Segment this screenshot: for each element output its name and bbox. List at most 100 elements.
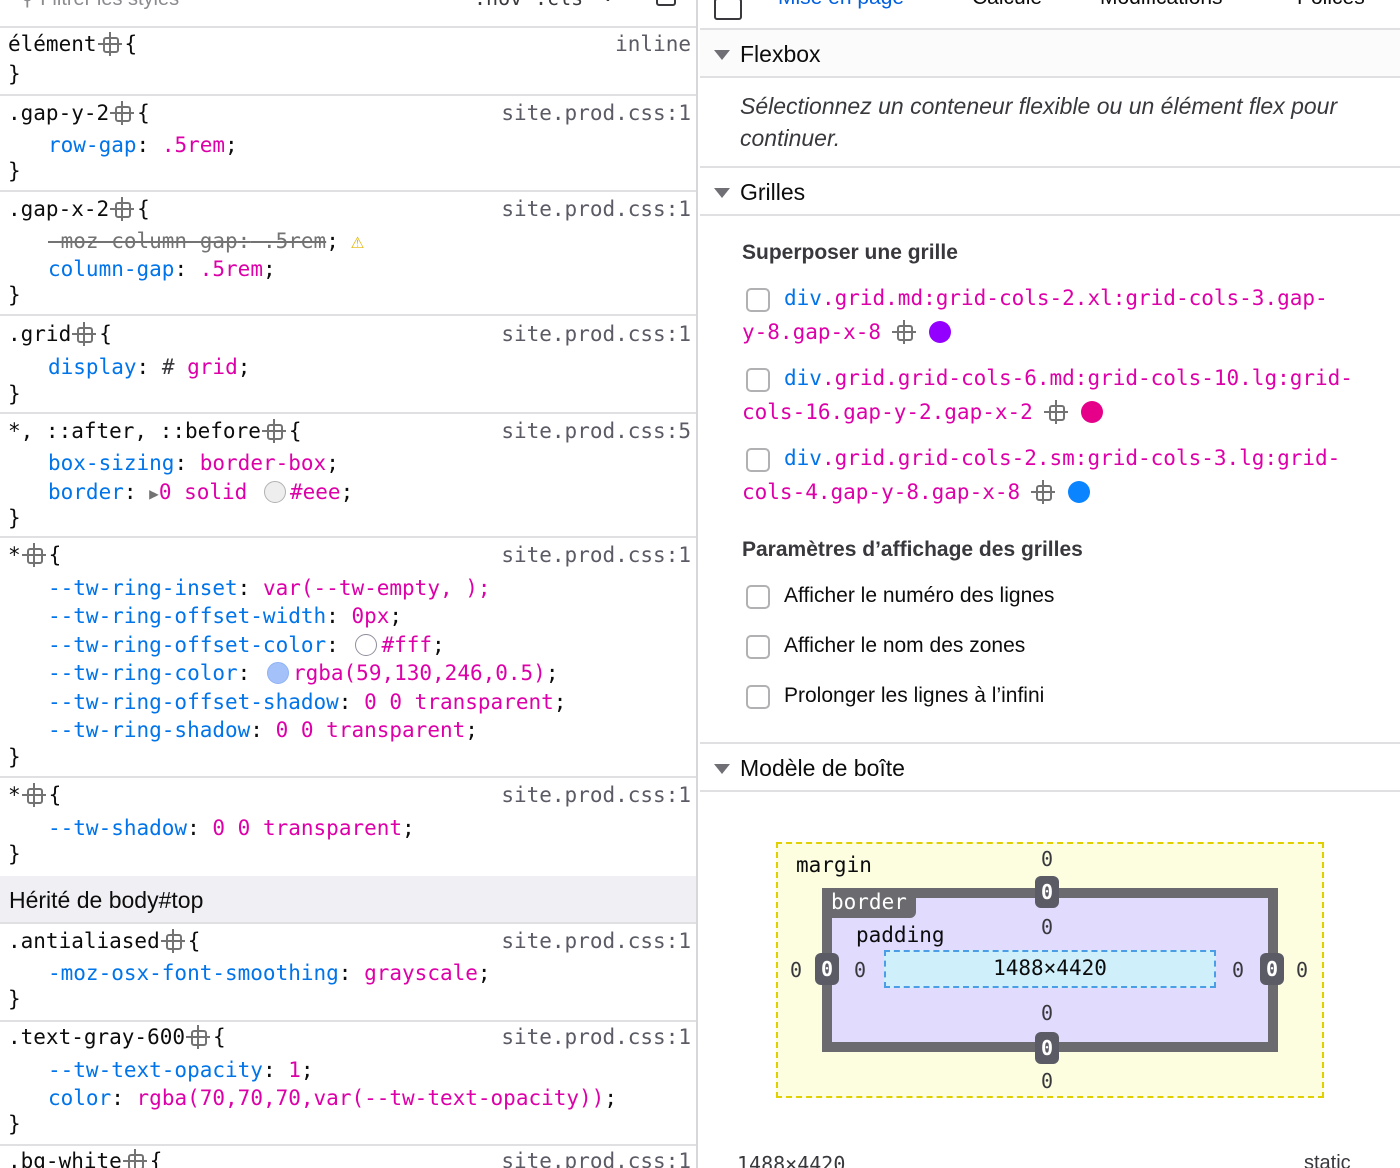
rule-source-link[interactable]: site.prod.css:1 xyxy=(501,322,691,346)
declaration[interactable]: row-gap: .5rem; xyxy=(48,133,238,157)
extend-lines-checkbox[interactable] xyxy=(746,685,770,709)
rule-selector[interactable]: .antialiased xyxy=(8,929,160,953)
declaration[interactable]: -moz-osx-font-smoothing: grayscale; xyxy=(48,961,491,985)
color-swatch[interactable] xyxy=(263,481,286,503)
declaration[interactable]: --tw-ring-inset: var(--tw-empty, ); xyxy=(48,576,491,600)
margin-right-value[interactable]: 0 xyxy=(1296,958,1308,982)
rule-selector[interactable]: .grid xyxy=(8,322,71,346)
print-media-icon[interactable] xyxy=(656,0,676,6)
toggle-sidebar-icon[interactable] xyxy=(714,0,742,20)
show-area-names-label[interactable]: Afficher le nom des zones xyxy=(784,634,1025,658)
node-highlight-icon[interactable] xyxy=(21,783,46,807)
declaration[interactable]: --tw-ring-offset-color: #fff; xyxy=(48,633,445,657)
node-highlight-icon[interactable] xyxy=(72,322,97,346)
rule-source-link[interactable]: site.prod.css:1 xyxy=(501,543,691,567)
grid-overlay-item[interactable]: div.grid.md:grid-cols-2.xl:grid-cols-3.g… xyxy=(742,281,1387,349)
rule-source-link[interactable]: site.prod.css:1 xyxy=(501,929,691,953)
rule-source-link[interactable]: site.prod.css:1 xyxy=(501,101,691,125)
declaration[interactable]: color: rgba(70,70,70,var(--tw-text-opaci… xyxy=(48,1086,617,1110)
border-bottom-value[interactable]: 0 xyxy=(1035,1032,1059,1064)
extend-lines-label[interactable]: Prolonger les lignes à l’infini xyxy=(784,684,1044,708)
node-highlight-icon[interactable] xyxy=(1043,400,1068,424)
flexbox-section-header[interactable]: Flexbox xyxy=(700,28,1400,78)
show-line-numbers-checkbox[interactable] xyxy=(746,585,770,609)
rule-selector[interactable]: *, ::after, ::before xyxy=(8,419,261,443)
rule-selector[interactable]: * xyxy=(8,543,21,567)
declaration[interactable]: border: ▶0 solid #eee; xyxy=(48,480,353,504)
box-model-section-header[interactable]: Modèle de boîte xyxy=(700,742,1400,792)
node-highlight-icon[interactable] xyxy=(160,929,185,953)
declaration[interactable]: --tw-shadow: 0 0 transparent; xyxy=(48,816,415,840)
node-highlight-icon[interactable] xyxy=(21,543,46,567)
rule-source-link[interactable]: site.prod.css:1 xyxy=(501,783,691,807)
warning-icon[interactable]: ⚠ xyxy=(351,229,364,254)
padding-right-value[interactable]: 0 xyxy=(1232,958,1244,982)
declaration[interactable]: --tw-ring-offset-shadow: 0 0 transparent… xyxy=(48,690,566,714)
rules-toolbar: ⚲ Filtrer les styles :hov .cls + xyxy=(0,0,696,28)
declaration[interactable]: --tw-ring-shadow: 0 0 transparent; xyxy=(48,718,478,742)
rule-gap-x-2: .gap-x-2{ site.prod.css:1 -moz-column-ga… xyxy=(0,192,696,316)
grid-color-swatch[interactable] xyxy=(929,321,952,343)
tab-fonts[interactable]: Polices xyxy=(1297,0,1365,10)
cls-toggle-button[interactable]: .cls xyxy=(535,0,583,10)
node-highlight-icon[interactable] xyxy=(110,101,135,125)
hov-toggle-button[interactable]: :hov xyxy=(474,0,522,10)
collapse-arrow-icon[interactable] xyxy=(714,188,730,198)
padding-label: padding xyxy=(856,923,945,947)
expand-shorthand-icon[interactable]: ▶ xyxy=(149,484,159,503)
rule-selector[interactable]: .gap-x-2 xyxy=(8,197,109,221)
grid-color-swatch[interactable] xyxy=(1068,481,1091,503)
node-highlight-icon[interactable] xyxy=(122,1149,147,1168)
border-label: border xyxy=(831,890,907,914)
rule-source-link[interactable]: site.prod.css:1 xyxy=(501,1149,691,1168)
declaration[interactable]: --tw-ring-offset-width: 0px; xyxy=(48,604,402,628)
declaration[interactable]: column-gap: .5rem; xyxy=(48,257,276,281)
node-highlight-icon[interactable] xyxy=(261,419,286,443)
rule-source-link[interactable]: inline xyxy=(615,32,691,56)
grids-section-header[interactable]: Grilles xyxy=(700,166,1400,216)
padding-top-value[interactable]: 0 xyxy=(1041,915,1053,939)
rule-source-link[interactable]: site.prod.css:1 xyxy=(501,197,691,221)
tab-changes[interactable]: Modifications xyxy=(1100,0,1223,10)
rule-selector[interactable]: .text-gray-600 xyxy=(8,1025,185,1049)
declaration[interactable]: --tw-ring-color: rgba(59,130,246,0.5); xyxy=(48,661,559,685)
show-line-numbers-label[interactable]: Afficher le numéro des lignes xyxy=(784,584,1054,608)
grid-highlighter-icon[interactable]: # xyxy=(162,355,175,379)
show-area-names-checkbox[interactable] xyxy=(746,635,770,659)
grid-color-swatch[interactable] xyxy=(1080,401,1103,423)
grid-overlay-item[interactable]: div.grid.grid-cols-2.sm:grid-cols-3.lg:g… xyxy=(742,441,1387,509)
node-highlight-icon[interactable] xyxy=(110,197,135,221)
border-top-value[interactable]: 0 xyxy=(1035,876,1059,908)
declaration[interactable]: box-sizing: border-box; xyxy=(48,451,339,475)
margin-left-value[interactable]: 0 xyxy=(790,958,802,982)
padding-left-value[interactable]: 0 xyxy=(854,958,866,982)
box-model-position: static xyxy=(1304,1152,1351,1168)
margin-bottom-value[interactable]: 0 xyxy=(1041,1069,1053,1093)
tab-computed[interactable]: Calculé xyxy=(972,0,1042,10)
collapse-arrow-icon[interactable] xyxy=(714,50,730,60)
border-right-value[interactable]: 0 xyxy=(1260,953,1284,985)
filter-styles-input[interactable]: ⚲ Filtrer les styles xyxy=(20,0,179,11)
node-highlight-icon[interactable] xyxy=(1031,480,1056,504)
node-highlight-icon[interactable] xyxy=(186,1025,211,1049)
node-highlight-icon[interactable] xyxy=(892,320,917,344)
rule-selector[interactable]: * xyxy=(8,783,21,807)
declaration-overridden[interactable]: -moz-column-gap: .5rem; ⚠ xyxy=(48,229,364,254)
rule-source-link[interactable]: site.prod.css:5 xyxy=(501,419,691,443)
declaration[interactable]: --tw-text-opacity: 1; xyxy=(48,1058,314,1082)
rule-source-link[interactable]: site.prod.css:1 xyxy=(501,1025,691,1049)
declaration[interactable]: display: # grid; xyxy=(48,355,250,379)
collapse-arrow-icon[interactable] xyxy=(714,764,730,774)
rule-selector[interactable]: .gap-y-2 xyxy=(8,101,109,125)
color-swatch[interactable] xyxy=(266,662,289,684)
rule-selector[interactable]: .bg-white xyxy=(8,1149,122,1168)
color-swatch[interactable] xyxy=(355,634,378,656)
grid-overlay-item[interactable]: div.grid.grid-cols-6.md:grid-cols-10.lg:… xyxy=(742,361,1387,429)
border-left-value[interactable]: 0 xyxy=(815,953,839,985)
tab-layout[interactable]: Mise en page xyxy=(778,0,904,10)
padding-bottom-value[interactable]: 0 xyxy=(1041,1001,1053,1025)
rule-selector[interactable]: élément xyxy=(8,32,97,56)
add-rule-button[interactable]: + xyxy=(598,0,618,13)
node-highlight-icon[interactable] xyxy=(97,32,122,56)
margin-top-value[interactable]: 0 xyxy=(1041,847,1053,871)
